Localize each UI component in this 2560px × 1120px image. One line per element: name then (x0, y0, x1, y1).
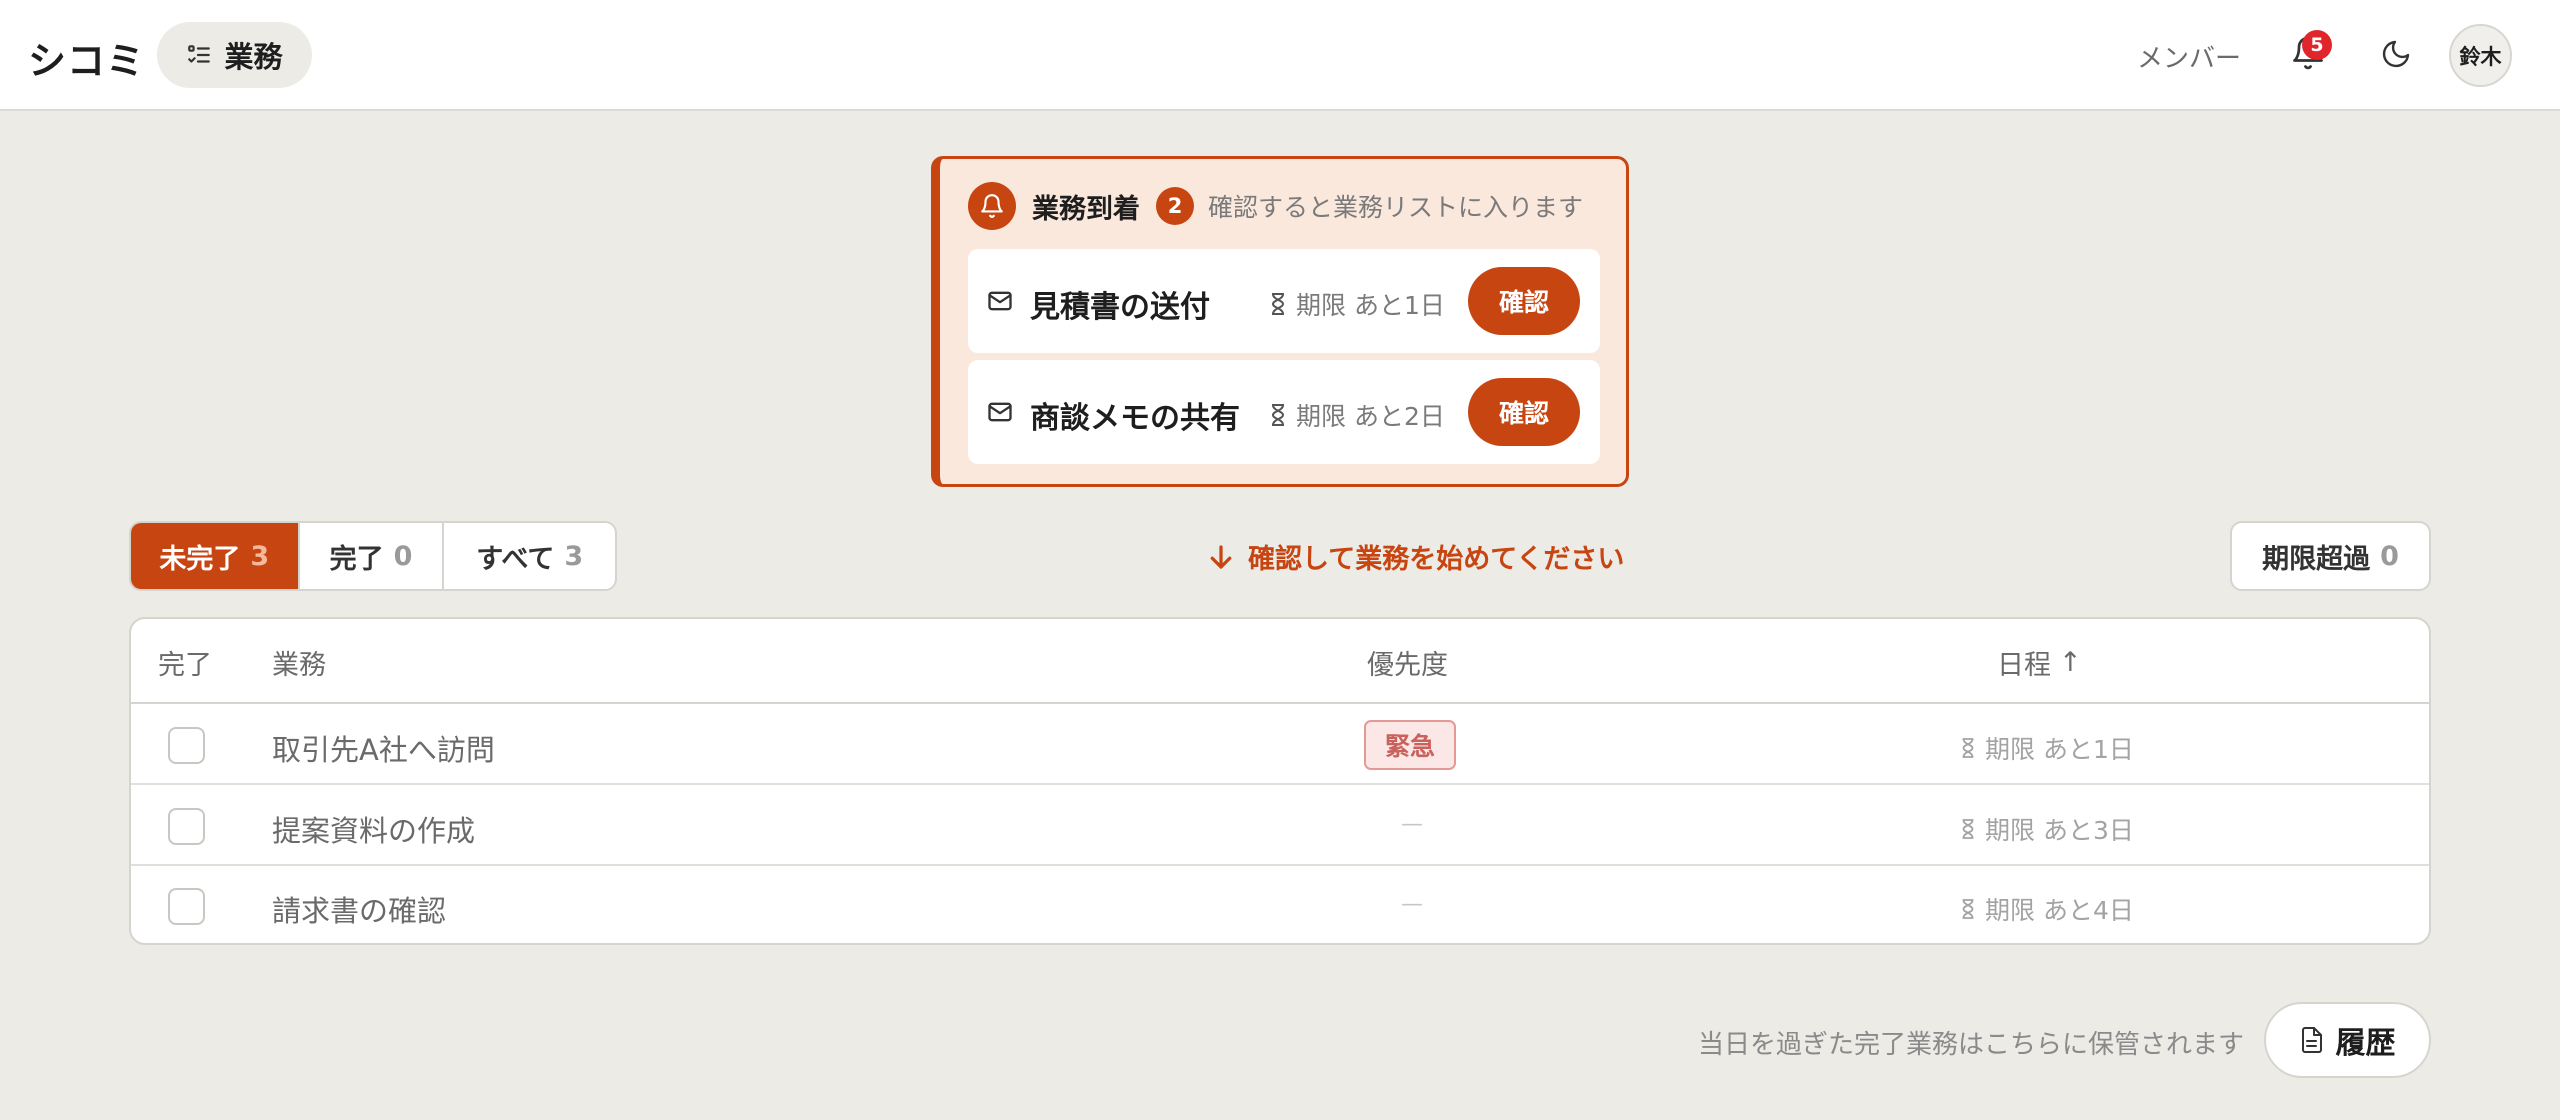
task-list-icon (186, 42, 212, 68)
incoming-task-item: 商談メモの共有 期限 あと2日 確認 (968, 360, 1600, 464)
moon-icon (2380, 38, 2414, 70)
incoming-task-due: 期限 あと2日 (1268, 397, 1445, 433)
overdue-label: 期限超過 (2262, 543, 2371, 575)
document-icon (2300, 1026, 2324, 1054)
incoming-task-item: 見積書の送付 期限 あと1日 確認 (968, 249, 1600, 353)
tab-all[interactable]: すべて 3 (444, 523, 615, 589)
hourglass-icon (1959, 898, 1977, 920)
user-avatar[interactable]: 鈴木 (2449, 24, 2512, 87)
incoming-tasks-header: 業務到着 2 確認すると業務リストに入ります (968, 181, 1583, 231)
task-due-text: 期限 あと1日 (1985, 735, 2134, 764)
column-header-priority[interactable]: 優先度 (1367, 643, 1448, 682)
incoming-task-due: 期限 あと1日 (1268, 286, 1445, 322)
priority-empty: — (1401, 812, 1423, 837)
hourglass-icon (1268, 292, 1288, 316)
task-due-text: 期限 あと4日 (1985, 896, 2134, 925)
overdue-count: 0 (2380, 540, 2399, 572)
bell-icon (968, 182, 1016, 230)
mail-icon (986, 287, 1014, 315)
status-filter-tabs: 未完了 3 完了 0 すべて 3 (129, 521, 617, 591)
complete-checkbox[interactable] (168, 888, 205, 925)
table-row[interactable]: 取引先A社へ訪問 緊急 期限 あと1日 (131, 705, 2429, 785)
incoming-task-due-text: 期限 あと2日 (1296, 402, 1445, 431)
sort-ascending-icon: ↑ (2059, 647, 2082, 678)
incoming-tasks-hint: 確認すると業務リストに入ります (1208, 193, 1584, 222)
table-row[interactable]: 請求書の確認 — 期限 あと4日 (131, 866, 2429, 943)
incoming-count-badge: 2 (1156, 187, 1194, 225)
table-header: 完了 業務 優先度 日程 ↑ (131, 619, 2429, 704)
task-due-text: 期限 あと3日 (1985, 816, 2134, 845)
mail-icon (986, 398, 1014, 426)
nav-tasks-button[interactable]: 業務 (157, 22, 312, 88)
table-row[interactable]: 提案資料の作成 — 期限 あと3日 (131, 786, 2429, 866)
incoming-task-title: 見積書の送付 (1030, 290, 1210, 325)
tab-label: 完了 (329, 543, 384, 575)
incoming-task-title: 商談メモの共有 (1030, 401, 1240, 436)
priority-empty: — (1401, 892, 1423, 917)
notification-count-badge: 5 (2302, 30, 2332, 60)
tab-count: 3 (564, 540, 584, 572)
nav-tasks-label: 業務 (224, 40, 283, 74)
start-guide-message: 確認して業務を始めてください (1206, 537, 1624, 576)
tab-count: 3 (250, 540, 270, 572)
task-due: 期限 あと3日 (1959, 811, 2134, 847)
theme-toggle-button[interactable] (2380, 38, 2414, 72)
complete-checkbox[interactable] (168, 808, 205, 845)
tab-incomplete[interactable]: 未完了 3 (131, 523, 300, 589)
confirm-button[interactable]: 確認 (1468, 378, 1580, 446)
tab-label: すべて (476, 543, 555, 575)
tab-count: 0 (393, 540, 413, 572)
complete-checkbox[interactable] (168, 727, 205, 764)
app-header: シコミ 業務 メンバー 5 鈴木 (0, 0, 2560, 111)
tab-label: 未完了 (159, 543, 241, 575)
task-due: 期限 あと4日 (1959, 891, 2134, 927)
hourglass-icon (1268, 403, 1288, 427)
task-due: 期限 あと1日 (1959, 730, 2134, 766)
overdue-filter-button[interactable]: 期限超過 0 (2230, 521, 2431, 591)
tab-complete[interactable]: 完了 0 (300, 523, 445, 589)
column-header-done: 完了 (158, 650, 212, 681)
incoming-tasks-title: 業務到着 (1032, 193, 1140, 225)
schedule-header-label: 日程 (1997, 650, 2051, 681)
column-header-schedule[interactable]: 日程 ↑ (1997, 643, 2082, 682)
hourglass-icon (1959, 818, 1977, 840)
column-header-task: 業務 (272, 650, 326, 681)
history-button[interactable]: 履歴 (2264, 1002, 2431, 1078)
task-name[interactable]: 提案資料の作成 (272, 808, 475, 850)
history-button-label: 履歴 (2335, 1026, 2396, 1061)
incoming-tasks-panel: 業務到着 2 確認すると業務リストに入ります 見積書の送付 期限 あと1日 確認 (931, 156, 1629, 487)
start-guide-text: 確認して業務を始めてください (1248, 544, 1625, 575)
incoming-task-due-text: 期限 あと1日 (1296, 291, 1445, 320)
priority-badge: 緊急 (1364, 720, 1456, 770)
brand-logo[interactable]: シコミ (28, 30, 145, 85)
task-name[interactable]: 取引先A社へ訪問 (272, 727, 495, 769)
archive-note: 当日を過ぎた完了業務はこちらに保管されます (1698, 1030, 2245, 1060)
members-link[interactable]: メンバー (2137, 38, 2241, 75)
task-name[interactable]: 請求書の確認 (272, 888, 446, 930)
hourglass-icon (1959, 737, 1977, 759)
task-table: 完了 業務 優先度 日程 ↑ 取引先A社へ訪問 緊急 期限 あと1日 提案資料の… (129, 617, 2431, 945)
confirm-button[interactable]: 確認 (1468, 267, 1580, 335)
arrow-down-icon (1206, 542, 1236, 572)
